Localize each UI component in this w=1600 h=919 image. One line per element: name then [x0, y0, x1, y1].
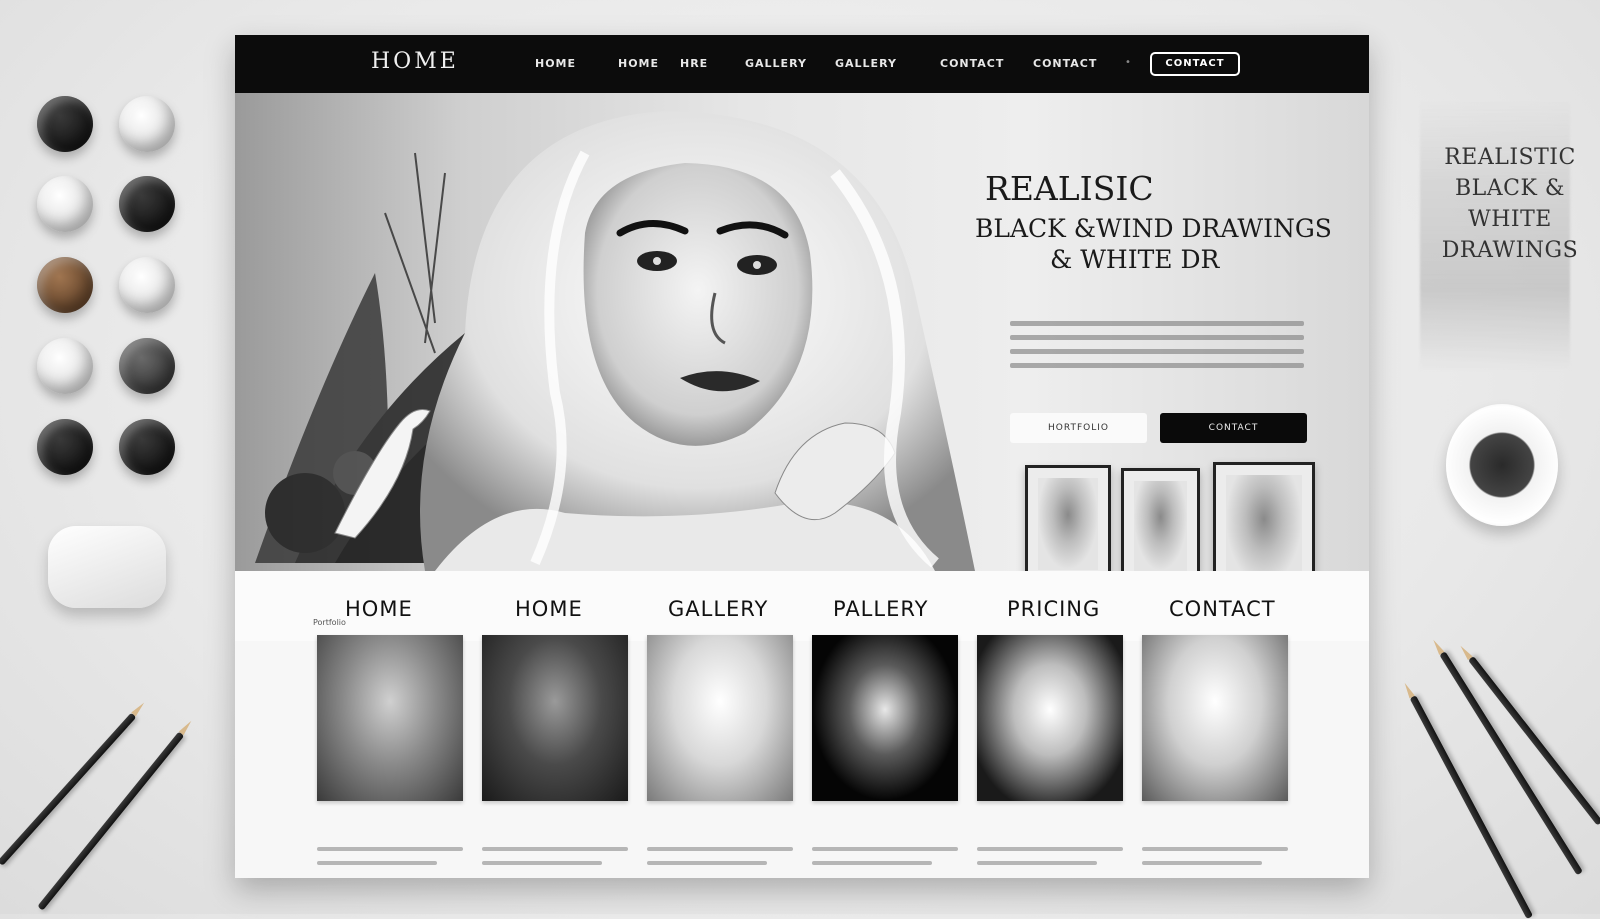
- hero-title: REALISIC BLACK &WIND DRAWINGS & WHITE DR: [975, 169, 1335, 274]
- ink-jar: [1446, 404, 1558, 526]
- charcoal-swatch-black: [37, 96, 93, 152]
- subnav-gallery[interactable]: GALLERY: [668, 597, 768, 621]
- thumbnail-caption-line: [482, 847, 628, 851]
- sketch-frame[interactable]: [1025, 465, 1111, 571]
- subnav-pricing[interactable]: PRICING: [1007, 597, 1100, 621]
- thumbnail-caption-line: [1142, 861, 1262, 865]
- thumbnail-caption-line: [977, 847, 1123, 851]
- thumbnail-caption-line: [1142, 847, 1288, 851]
- hero-title-line: BLACK &WIND DRAWINGS: [975, 214, 1332, 243]
- nav-link-home[interactable]: HOME: [618, 57, 659, 70]
- hero-body-text-line: [1010, 335, 1304, 340]
- subnav-pallery[interactable]: PALLERY: [833, 597, 928, 621]
- portfolio-button[interactable]: HORTFOLIO: [1010, 413, 1147, 443]
- nav-link-gallery[interactable]: GALLERY: [745, 57, 807, 70]
- nav-link-contact[interactable]: CONTACT: [1033, 57, 1097, 70]
- gallery-thumbnail[interactable]: [977, 635, 1123, 801]
- hero-section: REALISIC BLACK &WIND DRAWINGS & WHITE DR…: [235, 93, 1369, 571]
- nav-link-hre[interactable]: HRE: [680, 57, 708, 70]
- charcoal-swatch-black: [119, 419, 175, 475]
- hero-body-text-line: [1010, 363, 1304, 368]
- pencil: [37, 731, 185, 911]
- charcoal-swatch-black: [119, 176, 175, 232]
- thumbnail-caption-line: [977, 861, 1097, 865]
- nav-link-contact[interactable]: CONTACT: [940, 57, 1004, 70]
- charcoal-swatch-white: [37, 338, 93, 394]
- secondary-navigation: HOME HOME GALLERY PALLERY PRICING CONTAC…: [235, 571, 1369, 641]
- gallery-thumbnail[interactable]: [317, 635, 463, 801]
- pencil: [1409, 695, 1534, 919]
- website-mockup: HOME HOME HOME HRE GALLERY GALLERY CONTA…: [235, 35, 1369, 878]
- charcoal-swatch-white: [37, 176, 93, 232]
- thumbnail-caption-line: [317, 861, 437, 865]
- sketch-frame[interactable]: [1121, 468, 1200, 571]
- pencil: [0, 712, 137, 866]
- gallery-thumbnail[interactable]: [482, 635, 628, 801]
- subnav-home[interactable]: HOME: [345, 597, 413, 621]
- side-card-title: REALISTIC BLACK & WHITE DRAWINGS: [1420, 142, 1600, 266]
- nav-link-gallery[interactable]: GALLERY: [835, 57, 897, 70]
- gallery-thumbnail[interactable]: [812, 635, 958, 801]
- gallery-thumbnail[interactable]: [1142, 635, 1288, 801]
- gallery-thumbnail[interactable]: [647, 635, 793, 801]
- breadcrumb: Portfolio: [313, 618, 346, 627]
- site-logo[interactable]: HOME: [371, 49, 459, 74]
- thumbnail-caption-line: [317, 847, 463, 851]
- side-card-title-line: DRAWINGS: [1441, 238, 1579, 263]
- thumbnail-caption-line: [647, 847, 793, 851]
- eraser: [48, 526, 166, 608]
- side-card-title-line: REALISTIC: [1444, 145, 1576, 170]
- hero-body-text-line: [1010, 349, 1304, 354]
- thumbnail-caption-line: [812, 861, 932, 865]
- nav-separator: •: [1125, 57, 1131, 68]
- nav-contact-button[interactable]: CONTACT: [1150, 52, 1240, 76]
- sketch-frame[interactable]: [1213, 462, 1315, 571]
- subnav-home[interactable]: HOME: [515, 597, 583, 621]
- charcoal-swatch-grey: [119, 338, 175, 394]
- hero-body-text-line: [1010, 321, 1304, 326]
- top-navigation-bar: HOME HOME HOME HRE GALLERY GALLERY CONTA…: [235, 35, 1369, 93]
- subnav-contact[interactable]: CONTACT: [1169, 597, 1276, 621]
- charcoal-swatch-white: [119, 257, 175, 313]
- nav-link-home[interactable]: HOME: [535, 57, 576, 70]
- thumbnail-caption-line: [482, 861, 602, 865]
- hero-title-line: & WHITE DR: [1050, 245, 1220, 274]
- contact-button[interactable]: CONTACT: [1160, 413, 1307, 443]
- hero-title-line: REALISIC: [985, 169, 1154, 208]
- thumbnail-caption-line: [812, 847, 958, 851]
- charcoal-swatch-brown: [37, 257, 93, 313]
- side-card-title-line: BLACK & WHITE: [1454, 176, 1565, 232]
- thumbnail-caption-line: [647, 861, 767, 865]
- charcoal-swatch-black: [37, 419, 93, 475]
- pencil: [1439, 651, 1583, 876]
- charcoal-swatch-white: [119, 96, 175, 152]
